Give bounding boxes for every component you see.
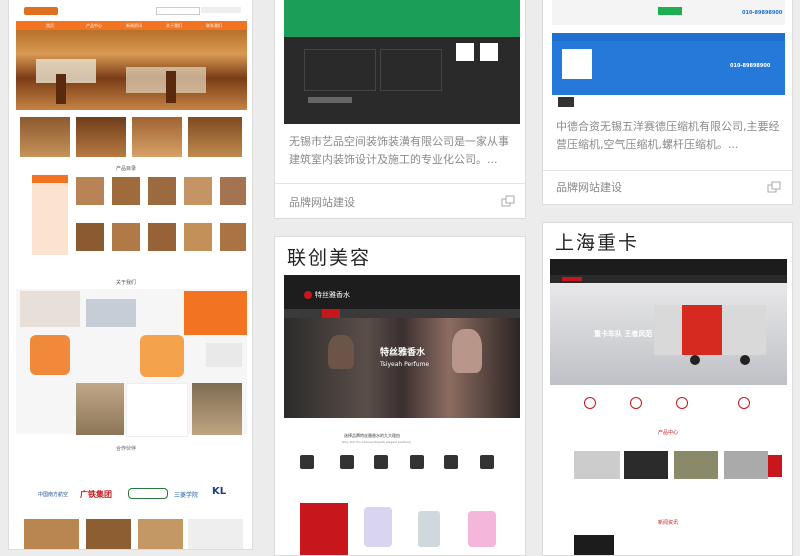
site-thumbnail-right-top[interactable]: 010-89898900 010-89898900 xyxy=(552,0,785,111)
partner-logo-4: 三菱学院 xyxy=(174,492,199,499)
site-card-middle-bottom[interactable]: 联创美容 特丝雅香水 特丝雅香水 Tsiyeah Perfume 选择品牌特丝雅… xyxy=(274,236,526,556)
partner-logo-5: KL xyxy=(212,486,227,497)
hero-brand-title: 特丝雅香水 xyxy=(380,348,426,358)
section-about-heading: 关于我们 xyxy=(116,280,137,286)
section-slogan-en: Why Did You Choose Tsiyeah elegant perfu… xyxy=(342,440,411,444)
partner-logo-1: 中国南方航空 xyxy=(38,492,69,498)
logo xyxy=(24,7,58,15)
hero-banner-text: 重卡车队 王者风范 xyxy=(594,330,653,338)
site-thumbnail-middle-top[interactable] xyxy=(284,0,520,124)
site-card-middle-top[interactable]: 无锡市艺品空间装饰装潢有限公司是一家从事建筑室内装饰设计及施工的专业化公司。..… xyxy=(274,0,526,219)
category-tag[interactable]: 品牌网站建设 xyxy=(289,194,355,210)
site-card-right-bottom[interactable]: 上海重卡 重卡车队 王者风范 产品中心 新闻资讯 xyxy=(542,222,793,556)
nav-about[interactable]: 关于我们 xyxy=(166,23,182,29)
nav-products[interactable]: 产品中心 xyxy=(86,23,102,29)
category-tag[interactable]: 品牌网站建设 xyxy=(556,179,622,195)
site-thumbnail-right-bottom[interactable]: 重卡车队 王者风范 产品中心 新闻资讯 xyxy=(550,259,787,555)
brand-logo-text: 特丝雅香水 xyxy=(315,291,350,299)
partner-logo-3 xyxy=(128,488,168,499)
site-card-left[interactable]: 首页 产品中心 新闻资讯 关于我们 联系我们 产品目录 关于我们 合作伙伴 中国… xyxy=(8,0,253,550)
expand-icon[interactable] xyxy=(767,181,781,193)
site-thumbnail-middle-bottom[interactable]: 特丝雅香水 特丝雅香水 Tsiyeah Perfume 选择品牌特丝雅香水的九大… xyxy=(284,275,520,555)
expand-icon[interactable] xyxy=(501,195,515,207)
phone-number: 010-89898900 xyxy=(742,10,783,16)
nav-contact[interactable]: 联系我们 xyxy=(206,23,222,29)
site-description: 中德合资无锡五洋赛德压缩机有限公司,主要经营压缩机,空气压缩机,螺杆压缩机。..… xyxy=(556,120,780,151)
site-title: 上海重卡 xyxy=(555,232,640,254)
hero-brand-subtitle: Tsiyeah Perfume xyxy=(380,361,430,368)
qr-code xyxy=(480,43,498,61)
qr-code xyxy=(562,49,592,79)
site-card-right-top[interactable]: 010-89898900 010-89898900 中德合资无锡五洋赛德压缩机有… xyxy=(542,0,793,205)
section-products-heading: 产品目录 xyxy=(116,166,137,172)
section-products-heading: 产品中心 xyxy=(658,430,679,436)
hero-banner xyxy=(284,318,520,418)
section-partners-heading: 合作伙伴 xyxy=(116,446,137,452)
section-slogan: 选择品牌特丝雅香水的九大理由 xyxy=(344,433,400,438)
phone-number: 010-89898900 xyxy=(730,63,771,69)
site-description: 无锡市艺品空间装饰装潢有限公司是一家从事建筑室内装饰设计及施工的专业化公司。..… xyxy=(289,135,509,166)
site-thumbnail-left[interactable]: 首页 产品中心 新闻资讯 关于我们 联系我们 产品目录 关于我们 合作伙伴 中国… xyxy=(16,0,247,549)
site-title: 联创美容 xyxy=(287,247,372,269)
qr-code xyxy=(456,43,474,61)
nav-home[interactable]: 首页 xyxy=(46,23,54,29)
partner-logo-2: 广铁集团 xyxy=(80,490,112,499)
section-news-heading: 新闻资讯 xyxy=(658,520,679,526)
nav-news[interactable]: 新闻资讯 xyxy=(126,23,142,29)
